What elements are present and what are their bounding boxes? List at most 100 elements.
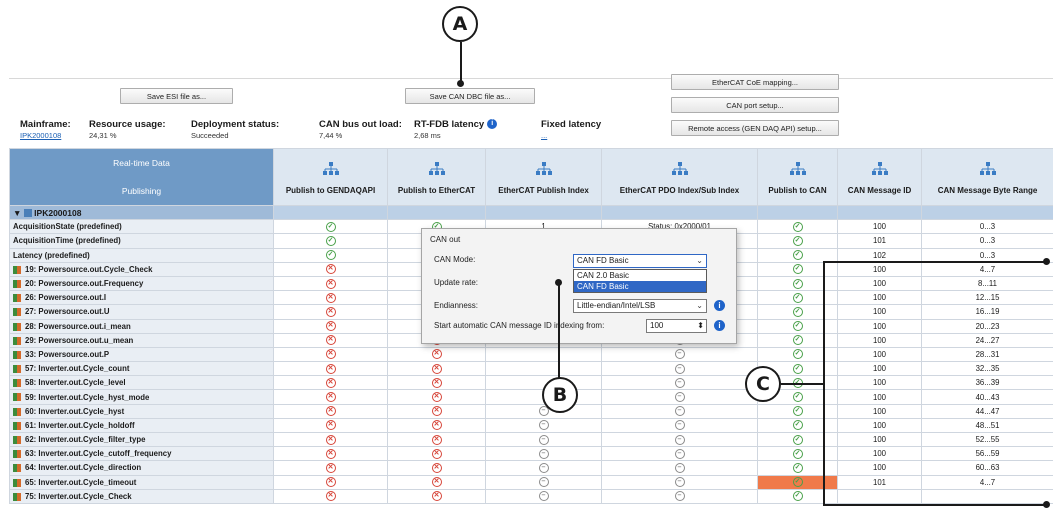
- channel-name[interactable]: 62: Inverter.out.Cycle_filter_type: [9, 431, 274, 448]
- can-id-cell[interactable]: 100: [837, 417, 922, 434]
- pdo-index-cell[interactable]: –: [601, 488, 758, 504]
- publish-can-cell[interactable]: ✓: [757, 332, 838, 348]
- can-id-cell[interactable]: 100: [837, 403, 922, 419]
- can-mode-option[interactable]: CAN FD Basic: [574, 281, 706, 292]
- pdo-index-cell[interactable]: –: [601, 346, 758, 363]
- channel-name[interactable]: 20: Powersource.out.Frequency: [9, 275, 274, 292]
- error-icon[interactable]: ✕: [431, 491, 442, 502]
- channel-name[interactable]: AcquisitionState (predefined): [9, 219, 274, 235]
- error-icon[interactable]: ✕: [431, 448, 442, 459]
- can-id-cell[interactable]: 100: [837, 332, 922, 348]
- disabled-icon[interactable]: –: [674, 392, 685, 403]
- col-pdo-index[interactable]: EtherCAT PDO Index/Sub Index: [601, 148, 758, 206]
- publish-gendaqapi-cell[interactable]: ✕: [273, 417, 388, 434]
- channel-name[interactable]: 65: Inverter.out.Cycle_timeout: [9, 474, 274, 490]
- info-icon[interactable]: i: [714, 320, 725, 331]
- pdo-index-cell[interactable]: –: [601, 403, 758, 419]
- check-icon[interactable]: ✓: [792, 363, 803, 374]
- publish-gendaqapi-cell[interactable]: ✕: [273, 290, 388, 306]
- channel-name[interactable]: 26: Powersource.out.I: [9, 290, 274, 306]
- publish-gendaqapi-cell[interactable]: ✕: [273, 375, 388, 391]
- check-icon[interactable]: ✓: [792, 434, 803, 445]
- col-can[interactable]: Publish to CAN: [757, 148, 838, 206]
- publish-can-cell[interactable]: ✓: [757, 474, 838, 490]
- can-id-cell[interactable]: 100: [837, 446, 922, 462]
- channel-name[interactable]: 61: Inverter.out.Cycle_holdoff: [9, 417, 274, 434]
- can-id-cell[interactable]: 100: [837, 361, 922, 377]
- publish-gendaqapi-cell[interactable]: ✕: [273, 261, 388, 277]
- publish-can-cell[interactable]: ✓: [757, 403, 838, 419]
- publish-can-cell[interactable]: ✓: [757, 460, 838, 476]
- info-icon[interactable]: i: [714, 300, 725, 311]
- check-icon[interactable]: ✓: [792, 306, 803, 317]
- check-icon[interactable]: ✓: [792, 264, 803, 275]
- publish-gendaqapi-cell[interactable]: ✕: [273, 318, 388, 334]
- can-id-cell[interactable]: [837, 488, 922, 504]
- publish-gendaqapi-cell[interactable]: ✕: [273, 389, 388, 405]
- ethercat-coe-button[interactable]: EtherCAT CoE mapping...: [671, 74, 839, 90]
- check-icon[interactable]: ✓: [792, 448, 803, 459]
- can-range-cell[interactable]: 0...3: [921, 219, 1053, 235]
- disabled-icon[interactable]: –: [674, 491, 685, 502]
- publish-gendaqapi-cell[interactable]: ✓: [273, 233, 388, 249]
- check-icon[interactable]: ✓: [792, 221, 803, 232]
- publish-gendaqapi-cell[interactable]: ✕: [273, 474, 388, 490]
- can-range-cell[interactable]: 32...35: [921, 361, 1053, 377]
- check-icon[interactable]: ✓: [792, 420, 803, 431]
- publish-can-cell[interactable]: ✓: [757, 431, 838, 448]
- can-id-cell[interactable]: 100: [837, 389, 922, 405]
- channel-name[interactable]: Latency (predefined): [9, 247, 274, 263]
- error-icon[interactable]: ✕: [325, 406, 336, 417]
- can-range-cell[interactable]: 4...7: [921, 474, 1053, 490]
- check-icon[interactable]: ✓: [792, 392, 803, 403]
- expand-icon[interactable]: ▼: [13, 208, 21, 218]
- disabled-icon[interactable]: –: [538, 491, 549, 502]
- disabled-icon[interactable]: –: [538, 448, 549, 459]
- error-icon[interactable]: ✕: [431, 363, 442, 374]
- can-id-cell[interactable]: 100: [837, 275, 922, 292]
- can-id-cell[interactable]: 100: [837, 219, 922, 235]
- ethercat-index-cell[interactable]: –: [485, 488, 602, 504]
- publish-ethercat-cell[interactable]: ✕: [387, 460, 486, 476]
- publish-ethercat-cell[interactable]: ✕: [387, 346, 486, 363]
- stepper-arrows-icon[interactable]: ⬍: [697, 320, 704, 332]
- publish-gendaqapi-cell[interactable]: ✕: [273, 275, 388, 292]
- check-icon[interactable]: ✓: [792, 462, 803, 473]
- publish-can-cell[interactable]: ✓: [757, 488, 838, 504]
- publish-gendaqapi-cell[interactable]: ✕: [273, 361, 388, 377]
- ethercat-index-cell[interactable]: –: [485, 474, 602, 490]
- publish-gendaqapi-cell[interactable]: ✓: [273, 247, 388, 263]
- channel-name[interactable]: 27: Powersource.out.U: [9, 304, 274, 320]
- check-icon[interactable]: ✓: [792, 477, 803, 488]
- check-icon[interactable]: ✓: [792, 292, 803, 303]
- pdo-index-cell[interactable]: –: [601, 460, 758, 476]
- disabled-icon[interactable]: –: [538, 462, 549, 473]
- can-range-cell[interactable]: 16...19: [921, 304, 1053, 320]
- error-icon[interactable]: ✕: [325, 306, 336, 317]
- table-row[interactable]: 75: Inverter.out.Cycle_Check ✕ ✕ – – ✓: [9, 488, 1053, 504]
- can-range-cell[interactable]: 36...39: [921, 375, 1053, 391]
- error-icon[interactable]: ✕: [431, 462, 442, 473]
- check-icon[interactable]: ✓: [325, 250, 336, 261]
- group-row[interactable]: ▼ IPK2000108: [9, 204, 1053, 221]
- disabled-icon[interactable]: –: [538, 434, 549, 445]
- error-icon[interactable]: ✕: [431, 420, 442, 431]
- channel-name[interactable]: 60: Inverter.out.Cycle_hyst: [9, 403, 274, 419]
- error-icon[interactable]: ✕: [325, 321, 336, 332]
- can-range-cell[interactable]: 20...23: [921, 318, 1053, 334]
- error-icon[interactable]: ✕: [325, 278, 336, 289]
- can-range-cell[interactable]: 8...11: [921, 275, 1053, 292]
- disabled-icon[interactable]: –: [674, 349, 685, 360]
- publish-can-cell[interactable]: ✓: [757, 219, 838, 235]
- col-gendaqapi[interactable]: Publish to GENDAQAPI: [273, 148, 388, 206]
- start-index-stepper[interactable]: 100 ⬍: [646, 319, 707, 333]
- channel-name[interactable]: 33: Powersource.out.P: [9, 346, 274, 363]
- can-mode-option[interactable]: CAN 2.0 Basic: [574, 270, 706, 281]
- publish-gendaqapi-cell[interactable]: ✕: [273, 431, 388, 448]
- channel-name[interactable]: 29: Powersource.out.u_mean: [9, 332, 274, 348]
- publish-ethercat-cell[interactable]: ✕: [387, 446, 486, 462]
- ethercat-index-cell[interactable]: –: [485, 460, 602, 476]
- pdo-index-cell[interactable]: –: [601, 417, 758, 434]
- error-icon[interactable]: ✕: [431, 377, 442, 388]
- pdo-index-cell[interactable]: –: [601, 474, 758, 490]
